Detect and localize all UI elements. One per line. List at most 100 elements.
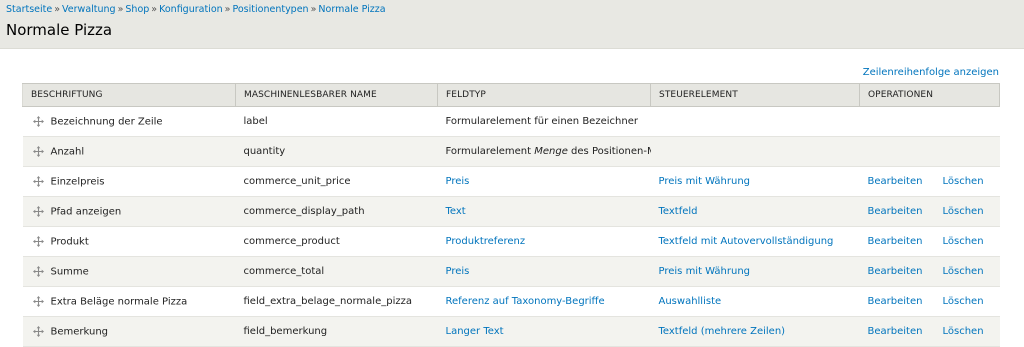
edit-link[interactable]: Bearbeiten [868,206,923,217]
breadcrumb-normale-pizza[interactable]: Normale Pizza [318,4,385,15]
widget-link[interactable]: Textfeld mit Autovervollständigung [659,236,834,247]
widget-link[interactable]: Auswahlliste [659,296,722,307]
table-header-row: BESCHRIFTUNG MASCHINENLESBARER NAME FELD… [22,83,1000,107]
table-row: Bemerkung field_bemerkung Langer Text Te… [22,316,1000,347]
field-type-link[interactable]: Produktreferenz [446,236,526,247]
widget-cell: Preis mit Währung [650,166,860,197]
breadcrumb-verwaltung[interactable]: Verwaltung [62,4,116,15]
table-row: Produkt commerce_product Produktreferenz… [22,226,1000,257]
operations-cell [859,136,1000,167]
breadcrumb-konfiguration[interactable]: Konfiguration [159,4,223,15]
edit-link[interactable]: Bearbeiten [868,176,923,187]
drag-handle-icon[interactable] [32,205,44,217]
widget-cell: Textfeld [650,196,860,227]
breadcrumb-positionentypen[interactable]: Positionentypen [232,4,308,15]
field-label: Bemerkung [50,326,109,338]
delete-link[interactable]: Löschen [943,266,984,277]
field-type-link[interactable]: Preis [446,266,470,277]
operations-cell: Bearbeiten Löschen [859,166,1000,197]
label-cell: Bezeichnung der Zeile [22,106,236,137]
operations-cell [859,106,1000,137]
field-label: Anzahl [50,146,85,158]
field-type-text: Formularelement [445,146,535,157]
machine-name-cell: commerce_total [235,256,438,287]
label-cell: Produkt [22,226,236,257]
drag-handle-icon[interactable] [32,325,44,337]
operations-cell: Bearbeiten Löschen [859,226,1000,257]
drag-handle-icon[interactable] [32,235,44,247]
column-header-operations: OPERATIONEN [859,83,1000,107]
operations-cell: Bearbeiten Löschen [859,286,1000,317]
operations-cell: Bearbeiten Löschen [859,196,1000,227]
machine-name-cell: field_bemerkung [235,316,438,347]
machine-name-cell: commerce_display_path [235,196,438,227]
page-header: Startseite» Verwaltung» Shop» Konfiguration… [0,0,1024,49]
machine-name-cell: label [235,106,438,137]
edit-link[interactable]: Bearbeiten [868,296,923,307]
field-type-cell: Text [437,196,651,227]
delete-link[interactable]: Löschen [943,236,984,247]
field-type-cell: Produktreferenz [437,226,651,257]
label-cell: Einzelpreis [22,166,236,197]
show-row-weights-link[interactable]: Zeilenreihenfolge anzeigen [863,67,999,78]
widget-cell [650,106,860,137]
page-title: Normale Pizza [6,21,113,39]
field-label: Summe [50,266,89,278]
delete-link[interactable]: Löschen [943,176,984,187]
field-type-cell: Referenz auf Taxonomy-Begriffe [437,286,651,317]
field-type-cell: Preis [437,256,651,287]
field-type-cell: Preis [437,166,651,197]
widget-cell [650,136,860,167]
field-label: Pfad anzeigen [50,206,122,218]
table-row: Bezeichnung der Zeile label Formularelem… [22,106,1000,137]
drag-handle-icon[interactable] [32,265,44,277]
field-label: Einzelpreis [50,176,105,188]
drag-handle-icon[interactable] [32,145,44,157]
edit-link[interactable]: Bearbeiten [868,236,923,247]
column-header-machine-name: MASCHINENLESBARER NAME [235,83,438,107]
drag-handle-icon[interactable] [32,115,44,127]
widget-cell: Auswahlliste [650,286,860,317]
table-row: Einzelpreis commerce_unit_price Preis Pr… [22,166,1000,197]
machine-name-cell: quantity [235,136,438,167]
widget-cell: Textfeld mit Autovervollständigung [650,226,860,257]
drag-handle-icon[interactable] [32,175,44,187]
label-cell: Anzahl [22,136,236,167]
table-row: Anzahl quantity Formularelement Menge de… [22,136,1000,167]
delete-link[interactable]: Löschen [943,326,984,337]
operations-cell: Bearbeiten Löschen [859,256,1000,287]
table-row: Pfad anzeigen commerce_display_path Text… [22,196,1000,227]
widget-link[interactable]: Textfeld [659,206,698,217]
field-label: Produkt [50,236,89,248]
field-type-cell: Formularelement für einen Bezeichner [437,106,651,137]
field-type-link[interactable]: Referenz auf Taxonomy-Begriffe [446,296,605,307]
field-label: Bezeichnung der Zeile [50,116,163,128]
field-type-link[interactable]: Text [446,206,466,217]
widget-link[interactable]: Preis mit Währung [659,266,751,277]
breadcrumb-shop[interactable]: Shop [125,4,149,15]
breadcrumb: Startseite» Verwaltung» Shop» Konfiguration… [6,4,386,15]
drag-handle-icon[interactable] [32,295,44,307]
label-cell: Bemerkung [22,316,236,347]
breadcrumb-startseite[interactable]: Startseite [6,4,52,15]
edit-link[interactable]: Bearbeiten [868,266,923,277]
column-header-field-type: FELDTYP [437,83,651,107]
delete-link[interactable]: Löschen [943,206,984,217]
widget-link[interactable]: Textfeld (mehrere Zeilen) [659,326,786,337]
fields-table: BESCHRIFTUNG MASCHINENLESBARER NAME FELD… [22,83,1000,347]
edit-link[interactable]: Bearbeiten [868,326,923,337]
table-row: Extra Beläge normale Pizza field_extra_b… [22,286,1000,317]
field-type-link[interactable]: Langer Text [446,326,504,337]
label-cell: Pfad anzeigen [22,196,236,227]
field-type-text: des Positionen-Moduls [571,146,650,157]
widget-cell: Preis mit Währung [650,256,860,287]
column-header-widget: STEUERELEMENT [650,83,860,107]
delete-link[interactable]: Löschen [943,296,984,307]
machine-name-cell: commerce_product [235,226,438,257]
table-row: Summe commerce_total Preis Preis mit Wäh… [22,256,1000,287]
field-type-emphasis: Menge [534,146,568,157]
widget-link[interactable]: Preis mit Währung [659,176,751,187]
field-type-link[interactable]: Preis [446,176,470,187]
operations-cell: Bearbeiten Löschen [859,316,1000,347]
machine-name-cell: commerce_unit_price [235,166,438,197]
